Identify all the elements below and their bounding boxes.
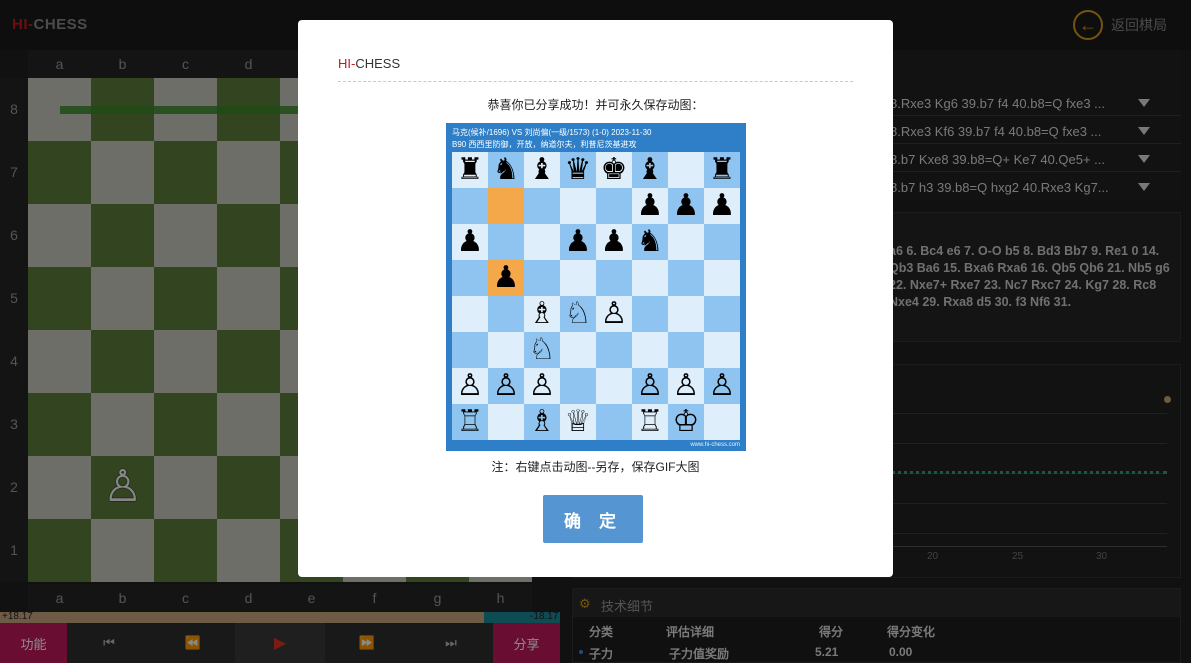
gif-square <box>704 404 740 440</box>
gif-square <box>452 260 488 296</box>
gif-square <box>488 332 524 368</box>
gif-square <box>560 188 596 224</box>
gif-square <box>632 296 668 332</box>
gif-square: ♙ <box>704 368 740 404</box>
gif-square: ♟ <box>560 224 596 260</box>
gif-square <box>452 296 488 332</box>
gif-square: ♘ <box>560 296 596 332</box>
gif-square <box>632 332 668 368</box>
gif-square: ♟ <box>452 224 488 260</box>
gif-square: ♜ <box>704 152 740 188</box>
gif-square <box>524 260 560 296</box>
gif-square <box>488 296 524 332</box>
gif-square: ♙ <box>524 368 560 404</box>
gif-square: ♘ <box>524 332 560 368</box>
gif-square <box>596 332 632 368</box>
gif-square: ♙ <box>668 368 704 404</box>
share-success-dialog: HI-CHESS 恭喜你已分享成功！并可永久保存动图： 马克(候补/1696) … <box>298 20 893 577</box>
gif-players-line: 马克(候补/1696) VS 刘尚偏(一级/1573) (1-0) 2023-1… <box>452 128 652 137</box>
gif-square <box>596 188 632 224</box>
gif-square: ♔ <box>668 404 704 440</box>
app-root: HI-CHESS ← 返回棋局 abcdefgh 87654321 abcdef… <box>0 0 1191 663</box>
gif-square: ♚ <box>596 152 632 188</box>
dialog-logo: HI-CHESS <box>338 56 400 71</box>
gif-square: ♟ <box>488 260 524 296</box>
gif-chess-board: ♜ ♞ ♝ ♛ ♚ ♝ ♜ ♟ ♟ ♟ ♟ ♟ ♟ ♞ ♟ ♗ ♘ ♙ ♘ ♙ ♙ ♙ ♙ ♙ ♙ ♖ ♗ ♕ ♖ ♔ <box>452 152 740 440</box>
gif-square <box>668 332 704 368</box>
gif-square: ♗ <box>524 404 560 440</box>
gif-square: ♖ <box>452 404 488 440</box>
gif-square <box>488 404 524 440</box>
dialog-logo-hi: HI- <box>338 56 356 71</box>
gif-square <box>668 224 704 260</box>
gif-square: ♞ <box>632 224 668 260</box>
gif-square: ♕ <box>560 404 596 440</box>
gif-square: ♙ <box>452 368 488 404</box>
gif-square: ♖ <box>632 404 668 440</box>
gif-square <box>704 296 740 332</box>
gif-square <box>560 332 596 368</box>
gif-square <box>452 188 488 224</box>
gif-square <box>668 296 704 332</box>
gif-square <box>632 260 668 296</box>
gif-square <box>488 224 524 260</box>
gif-watermark: www.hi-chess.com <box>690 442 740 448</box>
gif-square <box>452 332 488 368</box>
gif-square: ♙ <box>632 368 668 404</box>
gif-square: ♟ <box>596 224 632 260</box>
gif-square: ♝ <box>524 152 560 188</box>
dialog-divider <box>338 81 853 82</box>
gif-square <box>560 260 596 296</box>
dialog-message: 恭喜你已分享成功！并可永久保存动图： <box>487 98 704 112</box>
gif-square <box>596 260 632 296</box>
gif-square: ♟ <box>632 188 668 224</box>
game-gif-image[interactable]: 马克(候补/1696) VS 刘尚偏(一级/1573) (1-0) 2023-1… <box>446 123 746 451</box>
gif-square: ♙ <box>596 296 632 332</box>
gif-square <box>704 260 740 296</box>
gif-square <box>704 224 740 260</box>
gif-square: ♙ <box>488 368 524 404</box>
gif-square: ♛ <box>560 152 596 188</box>
gif-square <box>488 188 524 224</box>
gif-square <box>596 404 632 440</box>
dialog-logo-chess: CHESS <box>355 56 401 71</box>
gif-square: ♗ <box>524 296 560 332</box>
confirm-button[interactable]: 确 定 <box>543 495 643 543</box>
gif-square <box>560 368 596 404</box>
gif-square: ♜ <box>452 152 488 188</box>
gif-opening-line: B90 西西里防御，开放，纳道尔夫，利普尼茨基进攻 <box>452 140 637 149</box>
gif-square <box>668 152 704 188</box>
gif-square <box>668 260 704 296</box>
gif-square: ♞ <box>488 152 524 188</box>
gif-square <box>596 368 632 404</box>
gif-square: ♝ <box>632 152 668 188</box>
dialog-note: 注：右键点击动图--另存，保存GIF大图 <box>491 460 700 474</box>
gif-square: ♟ <box>704 188 740 224</box>
gif-square: ♟ <box>668 188 704 224</box>
gif-square <box>524 224 560 260</box>
gif-square <box>524 188 560 224</box>
gif-square <box>704 332 740 368</box>
